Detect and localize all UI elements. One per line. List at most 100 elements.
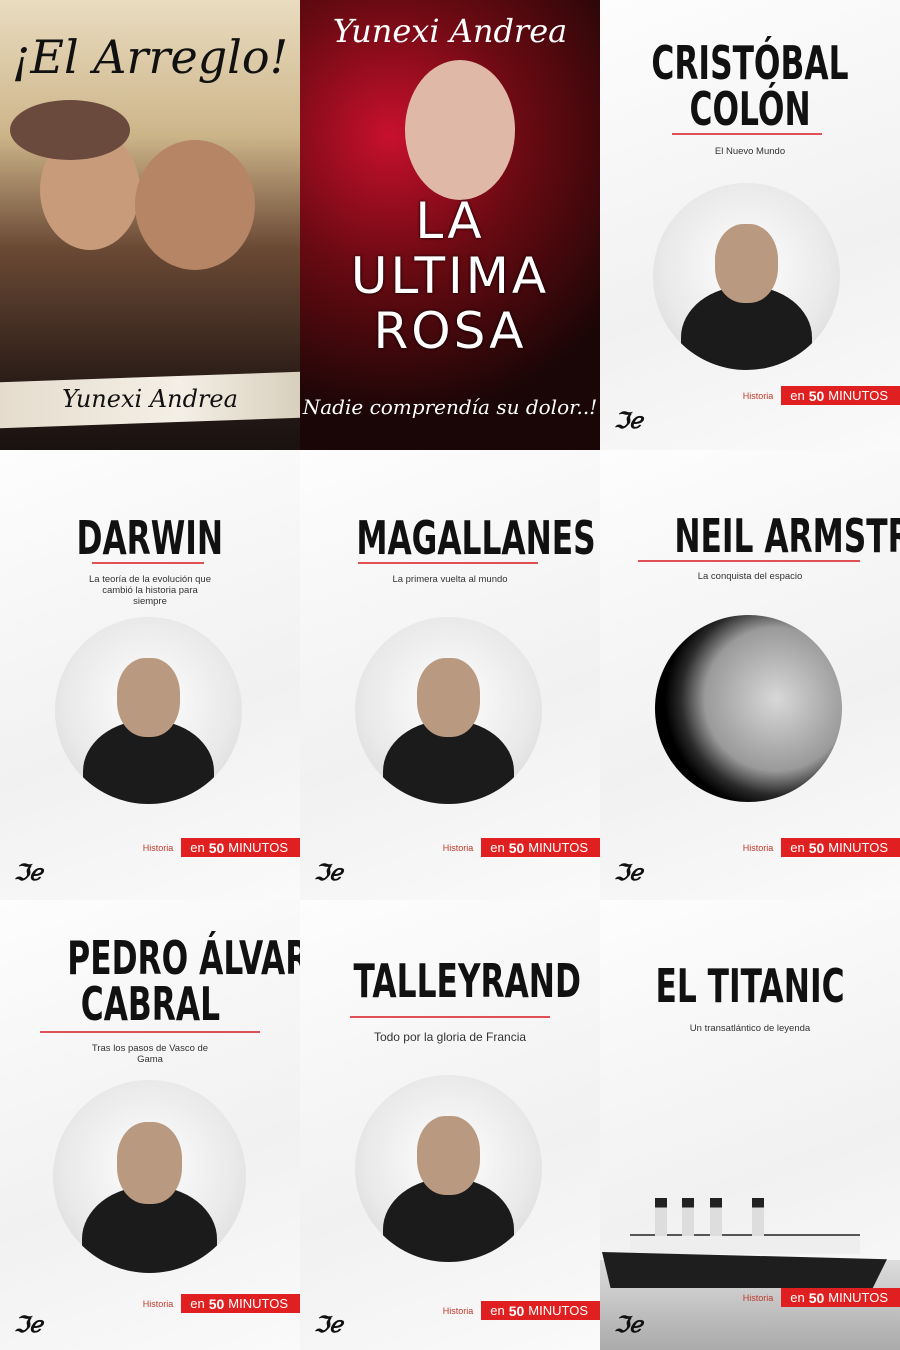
category-label: Historia (742, 1292, 774, 1303)
series-prefix: en (790, 388, 805, 403)
moon-image (655, 615, 842, 802)
category-label: Historia (442, 842, 474, 853)
publisher-logo-icon: ℑℯ (14, 1312, 43, 1338)
category-label: Historia (142, 1298, 174, 1309)
book-cover[interactable]: ¡El Arreglo! Yunexi Andrea (0, 0, 300, 450)
cover-title-text: MAGALLANES (356, 511, 596, 565)
series-badge: Historia en 50 MINUTOS (143, 1294, 300, 1313)
cover-photo-hat (10, 100, 130, 160)
category-label: Historia (142, 842, 174, 853)
cover-photo-couple (135, 140, 255, 270)
series-suffix: MINUTOS (828, 1290, 888, 1305)
ship-funnel (655, 1198, 667, 1236)
cover-title-text: TALLEYRAND (353, 954, 581, 1008)
series-number: 50 (808, 1289, 825, 1306)
ship-funnel (752, 1198, 764, 1236)
cover-title-line: ULTIMA (350, 247, 550, 305)
cover-title-line: EL TITANIC (600, 963, 900, 1009)
cover-title-line: TALLEYRAND (300, 958, 600, 1004)
category-label: Historia (742, 842, 774, 853)
series-prefix: en (190, 1296, 205, 1311)
series-number: 50 (208, 1295, 225, 1312)
series-prefix: en (490, 1303, 505, 1318)
series-prefix: en (490, 840, 505, 855)
series-number: 50 (808, 387, 825, 404)
title-rule (92, 562, 204, 564)
cover-author: Yunexi Andrea (332, 12, 568, 50)
series-suffix: MINUTOS (828, 840, 888, 855)
cover-subtitle: Tras los pasos de Vasco de Gama (91, 1043, 209, 1065)
cover-subtitle: Un transatlántico de leyenda (689, 1023, 811, 1034)
series-number: 50 (208, 839, 225, 856)
series-number: 50 (508, 1302, 525, 1319)
book-cover[interactable]: DARWIN La teoría de la evolución que camb… (0, 450, 300, 900)
series-suffix: MINUTOS (528, 840, 588, 855)
series-badge: Historia en 50 MINUTOS (443, 1301, 600, 1320)
series-number: 50 (808, 839, 825, 856)
series-prefix: en (190, 840, 205, 855)
cover-title-text: CRISTÓBAL (651, 36, 849, 90)
publisher-logo-icon: ℑℯ (614, 1312, 643, 1338)
book-cover[interactable]: CRISTÓBAL COLÓN El Nuevo Mundo Historia en 50… (600, 0, 900, 450)
publisher-logo-icon: ℑℯ (14, 860, 43, 886)
portrait-head (416, 1116, 481, 1195)
series-badge: Historia en 50 MINUTOS (743, 1288, 900, 1307)
book-cover[interactable]: EL TITANIC Un transatlántico de leyenda Hi… (600, 900, 900, 1350)
series-badge: Historia en 50 MINUTOS (743, 838, 900, 857)
cover-title-text: EL TITANIC (655, 959, 845, 1013)
series-label: en 50 MINUTOS (481, 1301, 600, 1320)
cover-photo-woman (405, 60, 515, 200)
cover-title-text: DARWIN (76, 511, 224, 565)
cover-subtitle: La conquista del espacio (697, 571, 803, 582)
cover-subtitle: Todo por la gloria de Francia (373, 1030, 527, 1044)
cover-tagline: Nadie comprendía su dolor..! (302, 395, 598, 419)
portrait-image (55, 617, 242, 804)
book-cover-grid: ¡El Arreglo! Yunexi Andrea Yunexi Andrea LA… (0, 0, 900, 1350)
series-badge: Historia en 50 MINUTOS (143, 838, 300, 857)
book-cover[interactable]: Yunexi Andrea LA ULTIMA ROSA Nadie comprendí… (300, 0, 600, 450)
series-label: en 50 MINUTOS (181, 838, 300, 857)
series-suffix: MINUTOS (828, 388, 888, 403)
series-badge: Historia en 50 MINUTOS (743, 386, 900, 405)
cover-author: Yunexi Andrea (62, 385, 238, 413)
series-suffix: MINUTOS (528, 1303, 588, 1318)
publisher-logo-icon: ℑℯ (314, 1312, 343, 1338)
series-suffix: MINUTOS (228, 840, 288, 855)
title-rule (350, 1016, 550, 1018)
book-cover[interactable]: PEDRO ÁLVARESCABRAL Tras los pasos de Vas… (0, 900, 300, 1350)
cover-subtitle: El Nuevo Mundo (714, 146, 786, 157)
cover-subtitle: La teoría de la evolución que cambió la … (88, 574, 211, 607)
series-label: en 50 MINUTOS (181, 1294, 300, 1313)
cover-title-text: CABRAL (80, 977, 220, 1031)
publisher-logo-icon: ℑℯ (614, 860, 643, 886)
cover-title-line: NEIL ARMSTRONG (600, 513, 900, 559)
cover-title-text: PEDRO ÁLVARES (67, 931, 300, 985)
category-label: Historia (442, 1305, 474, 1316)
book-cover[interactable]: NEIL ARMSTRONG La conquista del espacio Hi… (600, 450, 900, 900)
category-label: Historia (742, 390, 774, 401)
portrait-head (416, 658, 481, 737)
book-cover[interactable]: TALLEYRAND Todo por la gloria de Francia H… (300, 900, 600, 1350)
cover-title-line: MAGALLANES (300, 515, 600, 561)
series-label: en 50 MINUTOS (781, 838, 900, 857)
cover-title-line: ROSA (373, 302, 527, 360)
publisher-logo-icon: ℑℯ (614, 408, 643, 434)
cover-title-line: PEDRO ÁLVARES (0, 935, 300, 981)
cover-subtitle: La primera vuelta al mundo (392, 574, 508, 585)
series-suffix: MINUTOS (228, 1296, 288, 1311)
portrait-head (714, 224, 779, 303)
title-rule (672, 133, 822, 135)
cover-title-line: LA (415, 192, 485, 250)
series-label: en 50 MINUTOS (781, 386, 900, 405)
title-rule (638, 560, 860, 562)
cover-title-text: NEIL ARMSTRONG (674, 509, 900, 563)
cover-title: ¡El Arreglo! (11, 30, 289, 84)
series-number: 50 (508, 839, 525, 856)
portrait-image (355, 617, 542, 804)
ship-funnel (710, 1198, 722, 1236)
series-label: en 50 MINUTOS (781, 1288, 900, 1307)
book-cover[interactable]: MAGALLANES La primera vuelta al mundo Hist… (300, 450, 600, 900)
cover-title-line: DARWIN (0, 515, 300, 561)
publisher-logo-icon: ℑℯ (314, 860, 343, 886)
ship-funnel (682, 1198, 694, 1236)
